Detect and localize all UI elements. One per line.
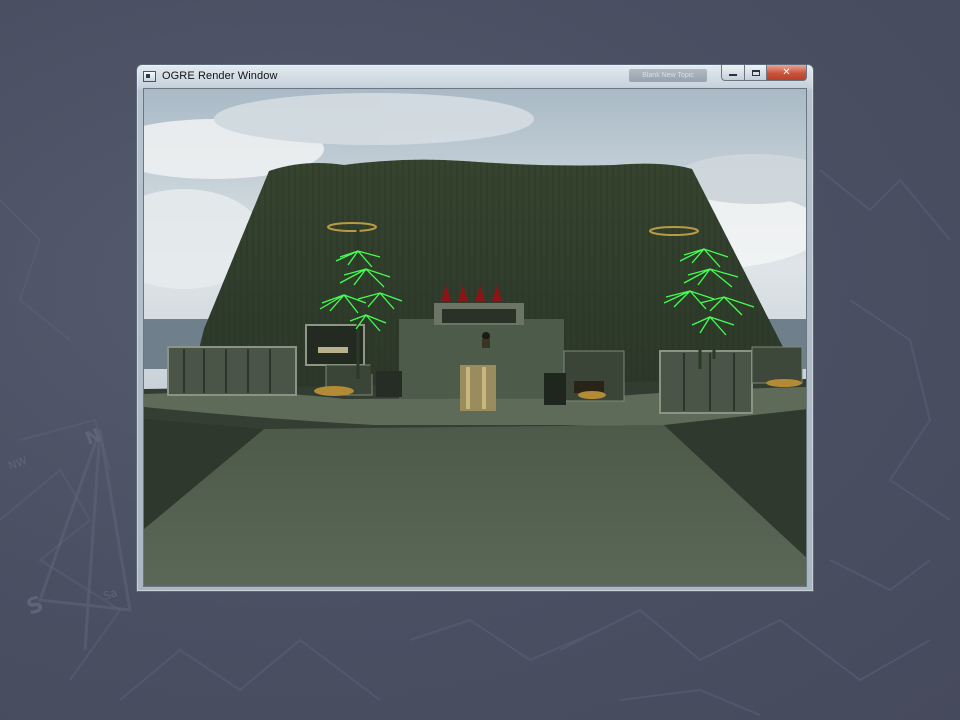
rendered-scene (144, 89, 806, 586)
background-window-tab: Blank New Topic (629, 69, 707, 82)
left-building-sign (318, 347, 348, 353)
svg-text:N: N (83, 425, 104, 450)
window-titlebar[interactable]: OGRE Render Window Blank New Topic ✕ (137, 65, 813, 87)
maximize-icon (751, 69, 760, 76)
presentation-slide: S N NW Sa OGRE Render Window Blank New T… (0, 0, 960, 720)
close-button[interactable]: ✕ (767, 65, 807, 81)
minimize-icon (729, 74, 737, 76)
window-title: OGRE Render Window (162, 70, 278, 82)
building-window (442, 309, 516, 323)
svg-text:S: S (24, 592, 47, 621)
minimize-button[interactable] (721, 65, 745, 81)
ogre-render-window[interactable]: OGRE Render Window Blank New Topic ✕ (136, 64, 814, 592)
character-figure (482, 332, 490, 348)
caption-buttons: ✕ (721, 65, 807, 81)
close-icon: ✕ (782, 67, 791, 78)
svg-text:NW: NW (7, 454, 30, 473)
render-viewport[interactable] (143, 88, 807, 587)
application-window-icon[interactable] (143, 70, 156, 82)
gate-door (460, 365, 496, 411)
svg-text:Sa: Sa (102, 586, 119, 603)
maximize-button[interactable] (745, 65, 767, 81)
left-fence (167, 346, 297, 396)
left-dark-building (305, 324, 365, 366)
